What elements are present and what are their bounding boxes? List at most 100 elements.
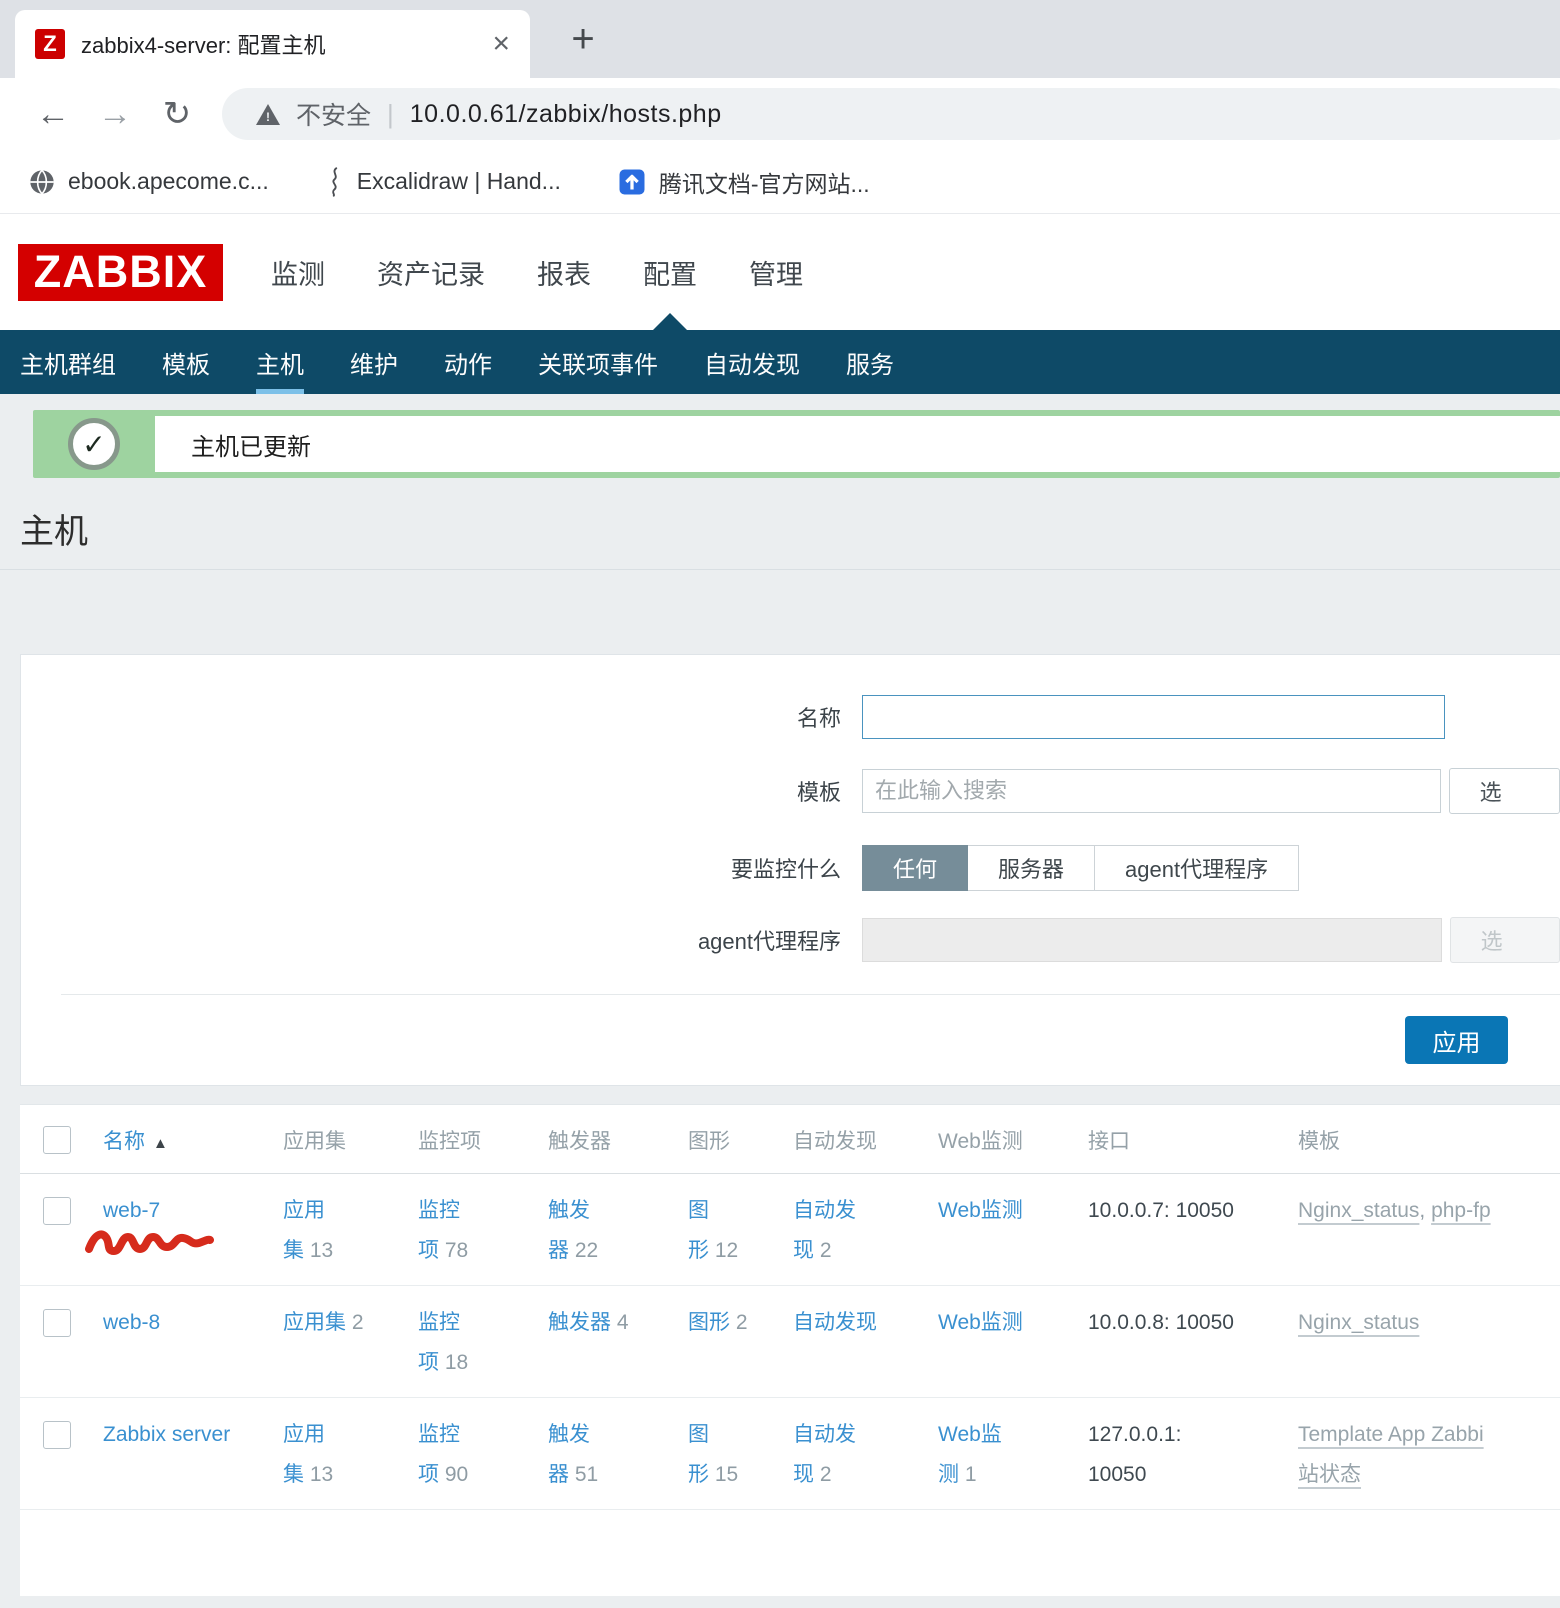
success-check-icon: ✓	[68, 418, 120, 470]
security-label[interactable]: 不安全	[296, 96, 371, 132]
bookmark-excalidraw[interactable]: Excalidraw | Hand...	[325, 167, 561, 197]
cell-text: 10050	[1088, 1463, 1146, 1486]
cell-link[interactable]: 集	[283, 1463, 304, 1486]
cell-link[interactable]: 图形	[688, 1311, 730, 1334]
cell-link[interactable]: 自动发	[793, 1199, 856, 1222]
table-cell: 监控项 78	[410, 1174, 540, 1286]
cell-text: 13	[304, 1463, 333, 1486]
tab-close-icon[interactable]: ×	[488, 29, 514, 59]
subnav-maintenance[interactable]: 维护	[350, 330, 398, 394]
cell-link[interactable]: 应用	[283, 1199, 325, 1222]
table-cell: 自动发现	[785, 1286, 930, 1398]
template-filter-input[interactable]	[862, 769, 1441, 813]
cell-text: 4	[611, 1311, 629, 1334]
column-header[interactable]: 名称▲	[95, 1105, 275, 1174]
bookmark-label: Excalidraw | Hand...	[357, 168, 561, 195]
subnav-event-correlation[interactable]: 关联项事件	[538, 330, 658, 394]
nav-administration[interactable]: 管理	[749, 253, 803, 292]
table-cell: Web监测 1	[930, 1398, 1080, 1510]
subnav-actions[interactable]: 动作	[444, 330, 492, 394]
name-filter-input[interactable]	[862, 695, 1445, 739]
cell-link[interactable]: 应用集	[283, 1311, 346, 1334]
select-all-checkbox[interactable]	[43, 1126, 71, 1154]
monitored-by-proxy[interactable]: agent代理程序	[1095, 845, 1299, 891]
cell-link[interactable]: 触发	[548, 1199, 590, 1222]
reload-icon[interactable]: ↻	[146, 94, 208, 134]
address-bar[interactable]: ! 不安全 | 10.0.0.61/zabbix/hosts.php	[222, 88, 1560, 140]
cell-link[interactable]: Web监测	[938, 1199, 1023, 1222]
excalidraw-icon	[325, 167, 345, 197]
cell-link[interactable]: 器	[548, 1463, 569, 1486]
host-name-link[interactable]: Zabbix server	[103, 1415, 230, 1455]
template-link[interactable]: Nginx_status	[1298, 1199, 1419, 1222]
subnav-discovery[interactable]: 自动发现	[704, 330, 800, 394]
cell-link[interactable]: 集	[283, 1239, 304, 1262]
subnav-hosts[interactable]: 主机	[256, 330, 304, 394]
cell-link[interactable]: 现	[793, 1463, 814, 1486]
forward-icon[interactable]: →	[84, 95, 146, 134]
cell-link[interactable]: 应用	[283, 1423, 325, 1446]
row-checkbox[interactable]	[43, 1197, 71, 1225]
table-cell: 10.0.0.7: 10050	[1080, 1174, 1290, 1286]
not-secure-warning-icon[interactable]: !	[256, 104, 280, 125]
apply-button[interactable]: 应用	[1405, 1016, 1508, 1064]
template-link[interactable]: Nginx_status	[1298, 1311, 1419, 1334]
nav-configuration[interactable]: 配置	[643, 253, 697, 292]
monitored-by-any[interactable]: 任何	[862, 845, 968, 891]
main-nav: 监测 资产记录 报表 配置 管理	[271, 253, 803, 292]
cell-link[interactable]: 形	[688, 1239, 709, 1262]
cell-link[interactable]: 监控	[418, 1311, 460, 1334]
template-select-button[interactable]: 选	[1449, 768, 1560, 814]
template-link[interactable]: php-fp	[1431, 1199, 1491, 1222]
row-checkbox[interactable]	[43, 1309, 71, 1337]
table-header-row: 名称▲应用集监控项触发器图形自动发现Web监测接口模板	[20, 1105, 1560, 1174]
cell-link[interactable]: 触发器	[548, 1311, 611, 1334]
browser-tab[interactable]: Z zabbix4-server: 配置主机 ×	[15, 10, 530, 78]
cell-link[interactable]: 图	[688, 1423, 709, 1446]
cell-link[interactable]: 触发	[548, 1423, 590, 1446]
table-cell: 触发器 51	[540, 1398, 680, 1510]
cell-link[interactable]: 自动发现	[793, 1311, 877, 1334]
zabbix-logo[interactable]: ZABBIX	[18, 244, 223, 301]
monitored-by-segmented-control: 任何 服务器 agent代理程序	[862, 845, 1299, 891]
host-name-link[interactable]: web-7	[103, 1191, 160, 1231]
name-filter-label: 名称	[21, 701, 862, 733]
nav-monitoring[interactable]: 监测	[271, 253, 325, 292]
cell-link[interactable]: 项	[418, 1239, 439, 1262]
bookmark-ebook[interactable]: ebook.apecome.c...	[28, 168, 269, 196]
bookmark-tencent-docs[interactable]: 腾讯文档-官方网站...	[617, 165, 870, 199]
cell-link[interactable]: 形	[688, 1463, 709, 1486]
cell-link[interactable]: 器	[548, 1239, 569, 1262]
subnav-templates[interactable]: 模板	[162, 330, 210, 394]
table-row: web-8应用集 2监控项 18触发器 4图形 2自动发现Web监测10.0.0…	[20, 1286, 1560, 1398]
row-checkbox[interactable]	[43, 1421, 71, 1449]
cell-link[interactable]: 测	[938, 1463, 959, 1486]
cell-link[interactable]: 监控	[418, 1423, 460, 1446]
cell-link[interactable]: Web监测	[938, 1311, 1023, 1334]
cell-link[interactable]: 自动发	[793, 1423, 856, 1446]
cell-link[interactable]: Web监	[938, 1423, 1002, 1446]
template-link[interactable]: Template App Zabbi	[1298, 1423, 1484, 1446]
new-tab-button[interactable]: +	[558, 14, 608, 64]
table-cell: 应用集 2	[275, 1286, 410, 1398]
subnav-host-groups[interactable]: 主机群组	[20, 330, 116, 394]
cell-link[interactable]: 图	[688, 1199, 709, 1222]
back-icon[interactable]: ←	[22, 95, 84, 134]
cell-link[interactable]: 项	[418, 1463, 439, 1486]
cell-link[interactable]: 项	[418, 1351, 439, 1374]
browser-toolbar: ← → ↻ ! 不安全 | 10.0.0.61/zabbix/hosts.php	[0, 78, 1560, 150]
url-text[interactable]: 10.0.0.61/zabbix/hosts.php	[410, 100, 722, 129]
cell-link[interactable]: 监控	[418, 1199, 460, 1222]
host-name-link[interactable]: web-8	[103, 1303, 160, 1343]
nav-inventory[interactable]: 资产记录	[377, 253, 485, 292]
table-cell: Nginx_status, php-fp	[1290, 1174, 1560, 1286]
table-cell: 触发器 4	[540, 1286, 680, 1398]
cell-link[interactable]: 现	[793, 1239, 814, 1262]
hosts-table: 名称▲应用集监控项触发器图形自动发现Web监测接口模板 web-7 应用集 13…	[20, 1105, 1560, 1510]
nav-reports[interactable]: 报表	[537, 253, 591, 292]
table-cell: 应用集 13	[275, 1398, 410, 1510]
monitored-by-server[interactable]: 服务器	[968, 845, 1095, 891]
subnav-services[interactable]: 服务	[846, 330, 894, 394]
table-cell: Template App Zabbi 站状态	[1290, 1398, 1560, 1510]
template-link[interactable]: 站状态	[1298, 1463, 1361, 1486]
